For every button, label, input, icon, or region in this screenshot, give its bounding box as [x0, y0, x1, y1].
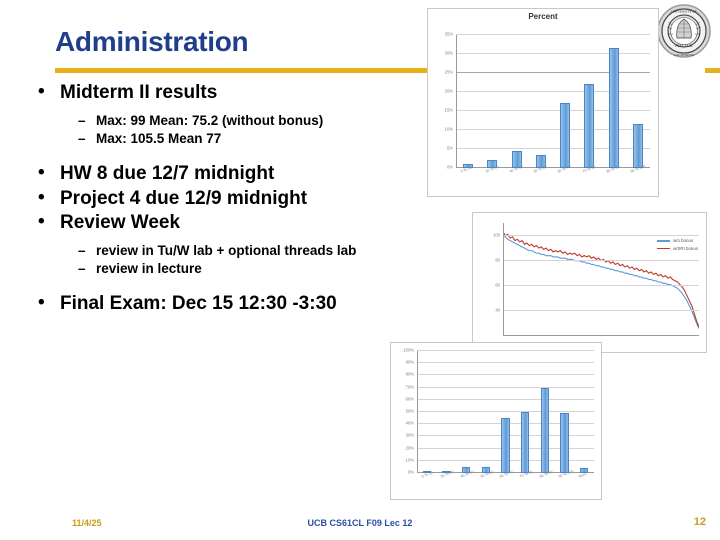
- legend-item: w/SRI bonus: [657, 245, 698, 253]
- bullet-max-mean-without-bonus: Max: 99 Mean: 75.2 (without bonus): [26, 113, 446, 130]
- gridline: 20%: [445, 89, 650, 94]
- chart-score-curve: 40 60 80 100 w/o bonus w/SRI bonus: [472, 212, 707, 353]
- title-divider-right: [705, 68, 720, 73]
- bar: [560, 103, 571, 168]
- chart3-plot: 0% 10% 20% 30% 40% 50% 60% 70% 80% 90% 100% 0 To 30…: [403, 348, 594, 479]
- y-axis-tick-label: 100: [493, 232, 500, 238]
- uc-berkeley-seal-icon: FIAT LUX UNIVERSITY OF CALIFORNIA: [654, 2, 714, 60]
- gridline: 15%: [445, 108, 650, 113]
- bar: [560, 413, 569, 473]
- y-axis-tick-label: 25%: [444, 69, 453, 75]
- gridline: 80: [495, 257, 699, 262]
- chart-cumulative-histogram: 0% 10% 20% 30% 40% 50% 60% 70% 80% 90% 100% 0 To 30…: [390, 342, 602, 500]
- bullet-hw8-due: HW 8 due 12/7 midnight: [26, 162, 446, 185]
- legend-label: w/o bonus: [673, 238, 694, 243]
- bullet-review-lab: review in Tu/W lab + optional threads la…: [26, 243, 446, 260]
- gridline: 10%: [445, 127, 650, 132]
- page-title: Administration: [55, 26, 249, 57]
- footer-course-label: UCB CS61CL F09 Lec 12: [307, 518, 413, 528]
- y-axis-tick-label: 80%: [405, 371, 414, 377]
- y-axis-tick-label: 70%: [405, 384, 414, 390]
- x-axis-line: [503, 335, 699, 336]
- gridline: 70%: [406, 384, 594, 389]
- y-axis-tick-label: 90%: [405, 359, 414, 365]
- y-axis-tick-label: 10%: [444, 126, 453, 132]
- y-axis-tick-label: 20%: [405, 445, 414, 451]
- gridline: 60: [495, 282, 699, 287]
- x-axis-line: [456, 167, 650, 168]
- y-axis-tick-label: 60: [495, 282, 500, 288]
- gridline: 35%: [445, 32, 650, 37]
- y-axis-tick-label: 0%: [407, 469, 414, 475]
- gridline: 50%: [406, 409, 594, 414]
- bullet-review-lecture: review in lecture: [26, 261, 446, 278]
- legend-swatch: [657, 247, 671, 250]
- gridline: 100: [493, 232, 699, 237]
- legend-swatch: [657, 240, 671, 242]
- y-axis-tick-label: 60%: [405, 396, 414, 402]
- gridline: 25%: [445, 70, 650, 75]
- gridline: 80%: [406, 372, 594, 377]
- chart-percent-histogram: Percent 0% 5% 10% 15% 20% 25% 30% 35% 0 To 30 30 …: [427, 8, 659, 197]
- slide-body: Midterm II results Max: 99 Mean: 75.2 (w…: [26, 81, 446, 318]
- bar: [501, 418, 510, 473]
- y-axis-tick-label: 30%: [405, 432, 414, 438]
- svg-text:CALIFORNIA: CALIFORNIA: [674, 53, 695, 57]
- bullet-project4-due: Project 4 due 12/9 midnight: [26, 187, 446, 210]
- gridline: 40: [495, 307, 699, 312]
- y-axis-line: [456, 35, 457, 168]
- y-axis-tick-label: 0%: [446, 164, 453, 170]
- y-axis-tick-label: 15%: [444, 107, 453, 113]
- y-axis-line: [503, 223, 504, 336]
- slide: Administration FIAT LUX UNIVERSITY OF CA…: [0, 0, 720, 540]
- y-axis-tick-label: 5%: [446, 145, 453, 151]
- y-axis-line: [417, 351, 418, 473]
- y-axis-tick-label: 80: [495, 257, 500, 263]
- y-axis-tick-label: 100%: [403, 347, 414, 353]
- y-axis-tick-label: 30%: [444, 50, 453, 56]
- chart2-legend: w/o bonus w/SRI bonus: [657, 237, 698, 252]
- bullet-max-mean-with-bonus: Max: 105.5 Mean 77: [26, 131, 446, 148]
- bar: [521, 412, 530, 473]
- y-axis-tick-label: 10%: [405, 457, 414, 463]
- legend-item: w/o bonus: [657, 237, 698, 245]
- chart1-title: Percent: [528, 12, 558, 21]
- gridline: 90%: [406, 360, 594, 365]
- bar: [584, 84, 595, 168]
- gridline: 100%: [403, 348, 594, 353]
- bar: [632, 124, 643, 168]
- y-axis-tick-label: 40%: [405, 420, 414, 426]
- gridline: 5%: [447, 146, 650, 151]
- svg-text:UNIVERSITY OF: UNIVERSITY OF: [671, 10, 697, 14]
- bullet-review-week: Review Week: [26, 211, 446, 234]
- y-axis-tick-label: 50%: [405, 408, 414, 414]
- gridline: 60%: [406, 396, 594, 401]
- footer-page-number: 12: [693, 516, 706, 528]
- y-axis-tick-label: 20%: [444, 88, 453, 94]
- gridline: 30%: [445, 51, 650, 56]
- bullet-final-exam: Final Exam: Dec 15 12:30 -3:30: [26, 292, 446, 315]
- chart1-plot: 0% 5% 10% 15% 20% 25% 30% 35% 0 To 30 30 To 40 40 …: [445, 32, 650, 174]
- y-axis-tick-label: 35%: [444, 31, 453, 37]
- bar: [540, 387, 549, 473]
- bar: [608, 48, 619, 168]
- bullet-midterm-results: Midterm II results: [26, 81, 446, 104]
- legend-label: w/SRI bonus: [673, 245, 698, 251]
- y-axis-tick-label: 40: [495, 307, 500, 313]
- svg-text:FIAT LUX: FIAT LUX: [675, 43, 693, 48]
